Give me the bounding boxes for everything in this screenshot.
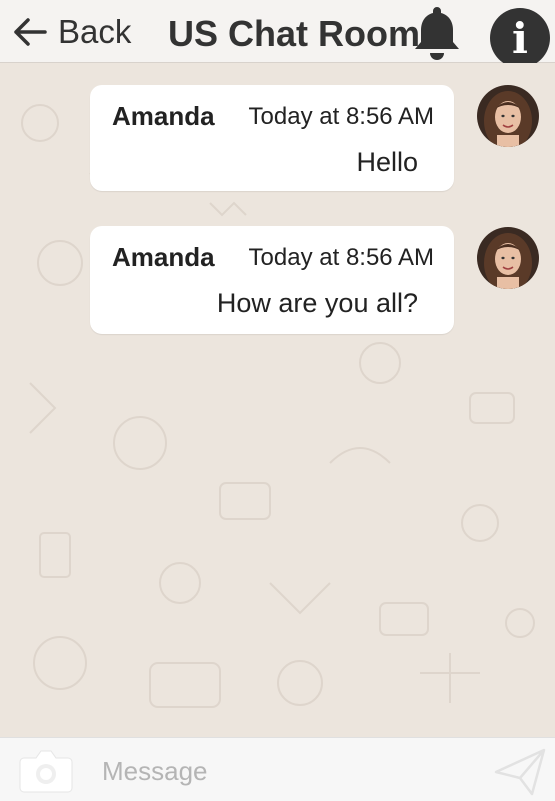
send-icon[interactable] — [492, 746, 548, 798]
page-title: US Chat Room — [168, 13, 420, 54]
back-button[interactable]: Back — [12, 12, 131, 52]
back-label: Back — [58, 13, 132, 50]
message-author: Amanda — [112, 101, 215, 131]
avatar[interactable] — [477, 85, 539, 147]
bell-icon[interactable] — [412, 4, 462, 60]
chat-area[interactable]: Amanda Today at 8:56 AM Hello Amanda Tod… — [0, 63, 555, 737]
message-bubble: Amanda Today at 8:56 AM Hello — [90, 85, 454, 191]
info-button[interactable]: i — [490, 8, 550, 68]
top-bar: Back US Chat Room i — [0, 0, 555, 68]
message-timestamp: Today at 8:56 AM — [248, 103, 434, 130]
message-timestamp: Today at 8:56 AM — [248, 244, 434, 271]
message-author: Amanda — [112, 242, 215, 272]
info-icon: i — [512, 13, 528, 63]
message-input[interactable] — [100, 750, 474, 792]
message-bubble: Amanda Today at 8:56 AM How are you all? — [90, 226, 454, 334]
avatar[interactable] — [477, 227, 539, 289]
message-composer — [0, 737, 555, 801]
user-avatar-image — [477, 227, 539, 289]
message-text: How are you all? — [216, 288, 418, 318]
camera-icon[interactable] — [18, 748, 74, 794]
message-text: Hello — [356, 147, 418, 177]
user-avatar-image — [477, 85, 539, 147]
arrow-left-icon — [14, 18, 47, 46]
